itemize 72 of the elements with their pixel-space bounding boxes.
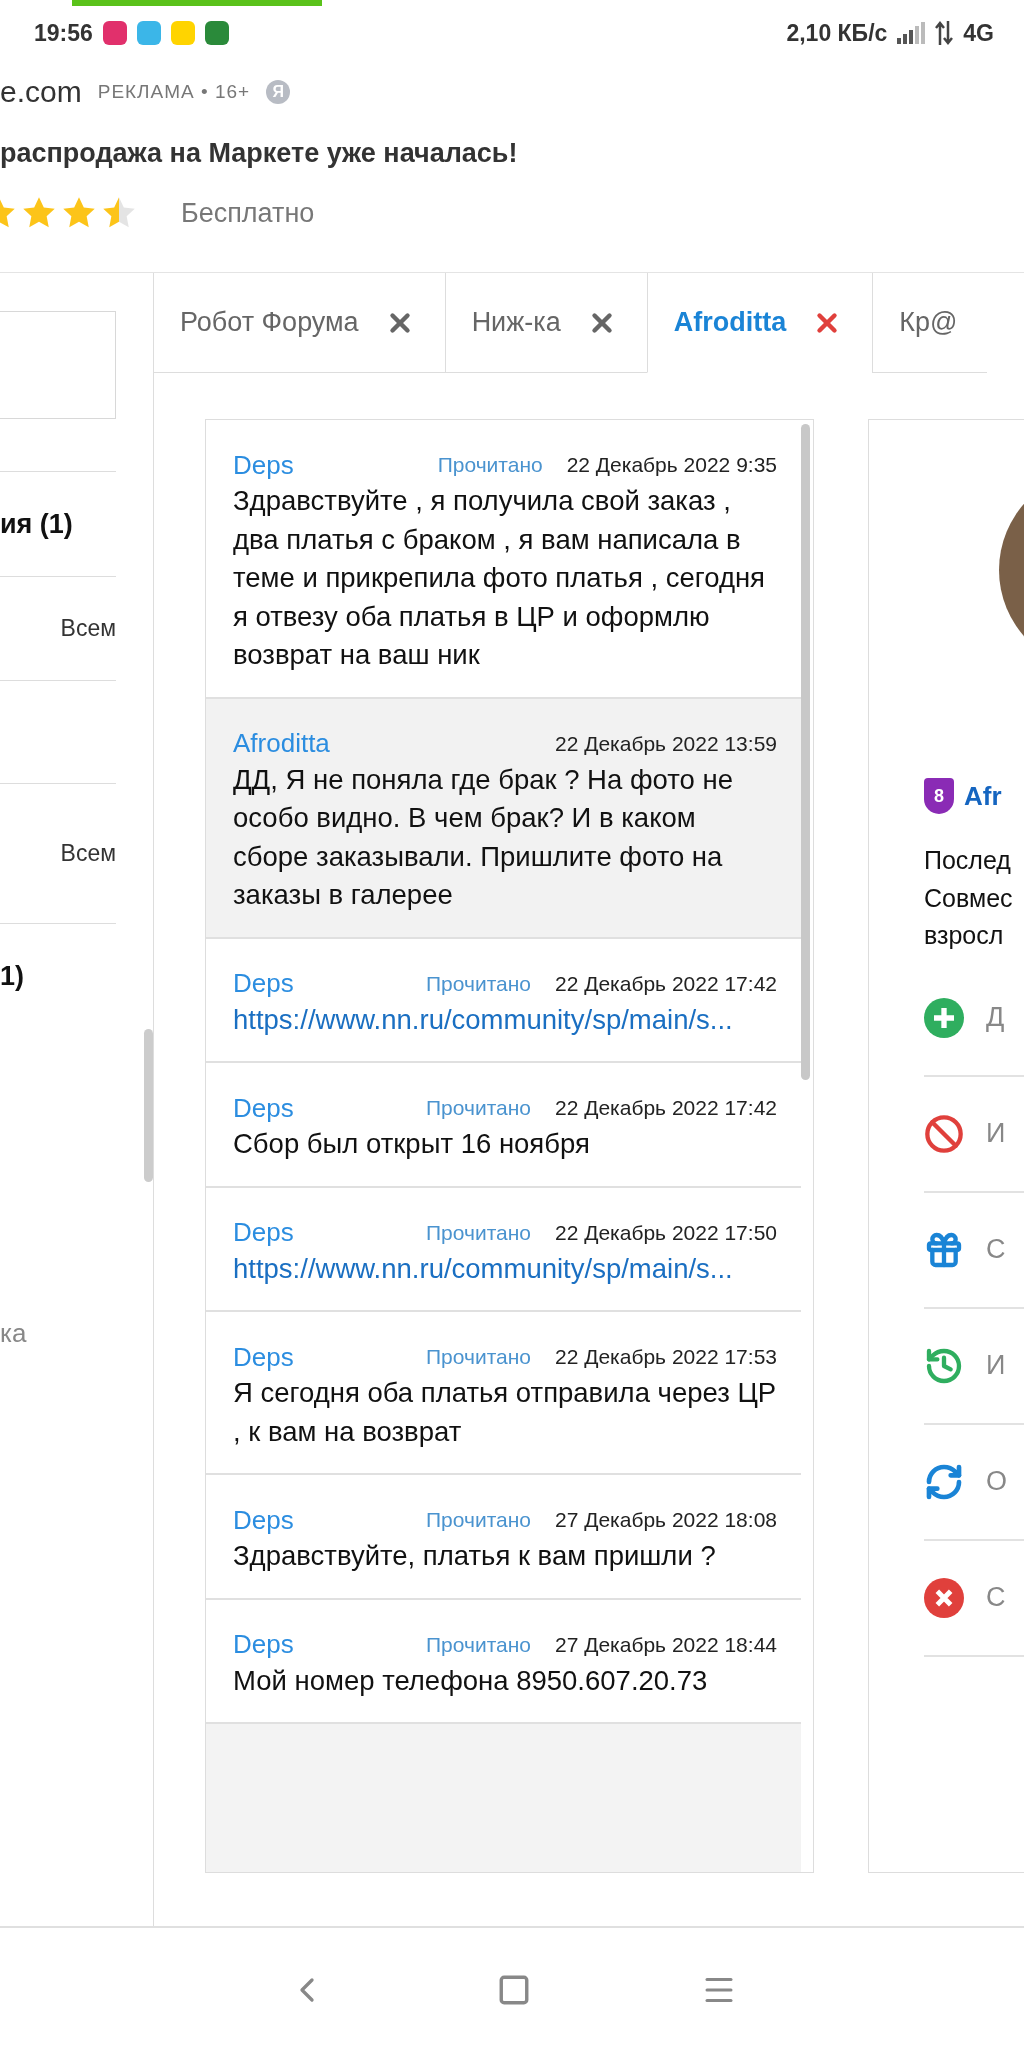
action-link[interactable]: С <box>986 1582 1006 1613</box>
action-link[interactable]: И <box>986 1350 1006 1381</box>
message-link[interactable]: https://www.nn.ru/community/sp/main/s... <box>233 1249 777 1288</box>
price: Бесплатно <box>181 197 315 229</box>
app-icon <box>136 21 161 45</box>
profile-text: Совмес <box>924 882 1014 914</box>
read-status: Прочитано <box>437 453 543 477</box>
message-text: Здравствуйте , я получила свой заказ , два платья с браком , я вам написала в теме и прикрепила фото платья , сегодня я отвезу оба платья в ЦР и оформлю возврат на ваш ник <box>233 484 766 672</box>
message-author[interactable]: Deps <box>233 1092 402 1124</box>
action-link[interactable]: С <box>986 1234 1006 1265</box>
message-author[interactable]: Deps <box>233 1217 402 1248</box>
message-date: 22 Декабрь 2022 17:50 <box>555 1220 777 1245</box>
home-icon[interactable] <box>497 1973 531 2007</box>
message-date: 22 Декабрь 2022 13:59 <box>555 731 777 756</box>
profile-text: Послед <box>924 845 1012 876</box>
data-arrows-icon <box>935 21 954 45</box>
sidebar-heading[interactable]: ия (1) <box>0 508 73 540</box>
profile-text: взросл <box>924 920 1005 951</box>
message-author[interactable]: Deps <box>233 1504 402 1536</box>
action-link[interactable]: Д <box>986 1002 1005 1033</box>
ad-label: РЕКЛАМА • 16+ <box>97 81 251 103</box>
scrollbar[interactable] <box>144 1029 153 1182</box>
network-speed: 2,10 КБ/с <box>786 19 888 47</box>
read-status: Прочитано <box>426 1508 531 1532</box>
message-date: 27 Декабрь 2022 18:44 <box>555 1632 777 1657</box>
plus-circle-icon <box>924 997 964 1038</box>
message-author[interactable]: Deps <box>233 449 414 481</box>
message-author[interactable]: Afroditta <box>233 728 531 759</box>
sidebar-item[interactable]: Всем <box>60 840 116 867</box>
tab[interactable]: Кр@ <box>872 273 988 373</box>
message-text: Здравствуйте, платья к вам пришли ? <box>233 1539 717 1573</box>
message-date: 22 Декабрь 2022 17:42 <box>555 1096 777 1120</box>
message-text: Я сегодня оба платья отправила через ЦР , к вам на возврат <box>233 1376 777 1449</box>
message-link[interactable]: https://www.nn.ru/community/sp/main/s... <box>233 1000 777 1039</box>
sidebar-link[interactable]: ка <box>0 1318 153 1349</box>
level-badge: 8 <box>924 778 954 814</box>
sidebar-heading[interactable]: 1) <box>0 960 24 992</box>
search-field[interactable] <box>0 311 116 419</box>
message-text: Сбор был открыт 16 ноября <box>233 1127 591 1161</box>
signal-icon <box>897 22 926 44</box>
read-status: Прочитано <box>426 1220 531 1245</box>
read-status: Прочитано <box>426 1096 531 1120</box>
message-date: 22 Декабрь 2022 17:53 <box>555 1345 777 1369</box>
message-text: Мой номер телефона 8950.607.20.73 <box>233 1663 709 1698</box>
network-type: 4G <box>963 19 994 47</box>
x-circle-icon <box>924 1577 964 1618</box>
message-author[interactable]: Deps <box>233 1341 402 1373</box>
message-item[interactable]: Afroditta 22 Декабрь 2022 13:59 ДД, Я не поняла где брак ? На фото не особо видно. В чем брак? И в каком сборе заказывали. Пришлите фото на заказы в галерее <box>206 698 801 939</box>
app-icon <box>170 21 195 45</box>
read-status: Прочитано <box>426 1632 531 1657</box>
message-text: ДД, Я не поняла где брак ? На фото не особо видно. В чем брак? И в каком сборе заказывали. Пришлите фото на заказы в галерее <box>233 762 734 912</box>
block-icon <box>924 1113 964 1154</box>
message-author[interactable]: Deps <box>233 968 402 999</box>
scrollbar[interactable] <box>801 424 810 1080</box>
sidebar-item[interactable]: Всем <box>60 615 116 642</box>
read-status: Прочитано <box>426 971 531 996</box>
read-status: Прочитано <box>426 1345 531 1369</box>
message-date: 22 Декабрь 2022 9:35 <box>566 453 777 477</box>
profile-name[interactable]: Afr <box>964 780 1002 812</box>
logo: Я <box>266 80 291 104</box>
app-icon <box>102 21 127 45</box>
message-date: 22 Декабрь 2022 17:42 <box>555 971 777 996</box>
tab[interactable]: Ниж-ка <box>444 273 647 373</box>
clock: 19:56 <box>34 19 93 47</box>
message-date: 27 Декабрь 2022 18:08 <box>555 1508 777 1532</box>
action-link[interactable]: И <box>986 1118 1006 1149</box>
action-link[interactable]: О <box>986 1466 1007 1497</box>
tab[interactable]: Робот Форума <box>153 273 445 373</box>
ad-domain[interactable]: e.com <box>0 75 82 109</box>
ad-headline[interactable]: распродажа на Маркете уже началась! <box>0 138 1024 169</box>
message-author[interactable]: Deps <box>233 1629 402 1660</box>
app-icon <box>204 21 229 45</box>
